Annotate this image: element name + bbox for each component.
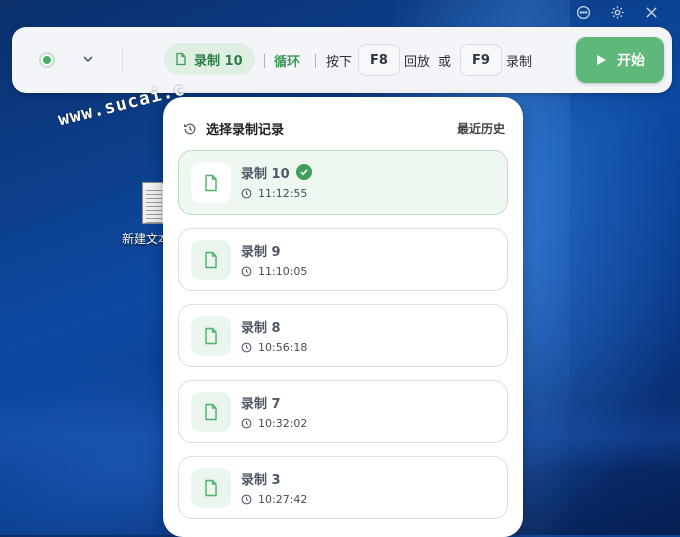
record-time: 11:10:05	[258, 265, 308, 278]
record-time-row: 10:56:18	[241, 341, 307, 354]
record-item-7[interactable]: 录制 7 10:32:02	[178, 380, 508, 443]
record-time-row: 10:27:42	[241, 493, 307, 506]
record-time: 11:12:55	[258, 187, 308, 200]
record-name: 录制 10	[241, 167, 290, 182]
selected-check-icon	[296, 164, 312, 180]
file-icon	[205, 403, 217, 421]
record-name: 录制 9	[241, 245, 281, 260]
record-name: 录制 7	[241, 397, 281, 412]
panel-title: 选择录制记录	[206, 123, 285, 138]
toolbar-separator	[315, 54, 316, 68]
record-label: 录制	[506, 55, 533, 70]
record-time: 10:27:42	[258, 493, 308, 506]
record-name: 录制 8	[241, 321, 281, 336]
recent-history-link[interactable]: 最近历史	[457, 120, 505, 137]
or-label: 或	[438, 55, 452, 70]
window-controls	[572, 4, 662, 20]
file-icon-box	[191, 240, 231, 280]
file-icon-box	[191, 468, 231, 508]
clock-icon	[241, 188, 252, 199]
press-label: 按下	[326, 55, 353, 70]
file-icon-box	[191, 163, 231, 203]
chat-icon[interactable]	[572, 4, 594, 20]
record-item-10[interactable]: 录制 10 11:12:55	[178, 150, 508, 215]
current-recording-label: 录制 10	[194, 53, 243, 69]
clock-icon	[241, 342, 252, 353]
record-list: 录制 10 11:12:55 录制 9 11:10:05 录制 8 10:56:…	[178, 150, 508, 532]
toolbar-divider	[122, 46, 123, 74]
panel-header: 选择录制记录 最近历史	[183, 119, 505, 138]
file-icon-box	[191, 392, 231, 432]
close-icon[interactable]	[640, 4, 662, 20]
loop-toggle[interactable]: 循环	[274, 51, 300, 70]
start-button-label: 开始	[617, 52, 645, 68]
record-name: 录制 3	[241, 473, 281, 488]
file-icon	[205, 327, 217, 345]
file-icon	[205, 174, 217, 192]
history-icon	[184, 123, 196, 134]
record-time: 10:32:02	[258, 417, 308, 430]
toolbar: 录制 10 循环 按下 F8 回放 或 F9 录制 开始	[12, 27, 672, 93]
record-indicator-icon[interactable]	[39, 52, 55, 68]
record-time-row: 10:32:02	[241, 417, 307, 430]
current-recording-pill[interactable]: 录制 10	[164, 43, 255, 75]
chevron-down-icon[interactable]	[80, 51, 96, 67]
record-selection-panel: 选择录制记录 最近历史 录制 10 11:12:55 录制 9 11:10:05…	[163, 97, 523, 537]
record-time-row: 11:12:55	[241, 187, 307, 200]
playback-hotkey[interactable]: F8	[358, 44, 400, 76]
play-icon	[597, 55, 606, 65]
playback-label: 回放	[404, 55, 431, 70]
clock-icon	[241, 494, 252, 505]
gear-icon[interactable]	[606, 4, 628, 20]
file-icon	[205, 251, 217, 269]
clock-icon	[241, 418, 252, 429]
file-icon	[205, 479, 217, 497]
record-time: 10:56:18	[258, 341, 308, 354]
toolbar-separator	[264, 54, 265, 68]
record-time-row: 11:10:05	[241, 265, 307, 278]
record-hotkey[interactable]: F9	[460, 44, 502, 76]
record-item-8[interactable]: 录制 8 10:56:18	[178, 304, 508, 367]
file-icon-box	[191, 316, 231, 356]
file-icon	[176, 52, 186, 66]
record-item-9[interactable]: 录制 9 11:10:05	[178, 228, 508, 291]
clock-icon	[241, 266, 252, 277]
record-item-3[interactable]: 录制 3 10:27:42	[178, 456, 508, 519]
start-button[interactable]: 开始	[576, 37, 664, 83]
